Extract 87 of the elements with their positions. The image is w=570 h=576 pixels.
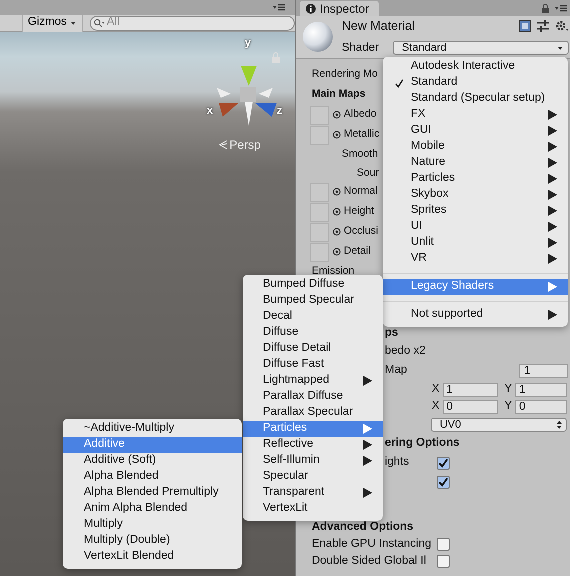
field-label: Enable GPU Instancing <box>312 536 433 552</box>
number-field[interactable]: 1 <box>515 382 568 396</box>
field-label: Sour <box>356 166 380 181</box>
caret-icon <box>558 46 564 50</box>
field-label: Height <box>344 204 374 220</box>
menu-item[interactable]: Legacy Shaders <box>383 279 568 295</box>
field-label: Albedo <box>344 107 377 122</box>
field-label: Double Sided Global Il <box>312 554 428 569</box>
object-picker-icon[interactable] <box>332 248 341 256</box>
field-label: Map <box>384 363 408 378</box>
number-field[interactable]: 0 <box>515 400 568 414</box>
settings-icon[interactable] <box>555 20 570 32</box>
menu-item[interactable]: Alpha Blended <box>63 469 242 485</box>
checkbox[interactable] <box>436 476 450 488</box>
menu-item[interactable]: Standard (Specular setup) <box>383 91 568 107</box>
menu-item[interactable]: Multiply <box>63 517 242 533</box>
search-field[interactable]: All <box>90 16 295 30</box>
material-name: New Material <box>342 18 416 35</box>
menu-item[interactable]: Additive (Soft) <box>63 453 242 469</box>
lock-icon[interactable] <box>542 4 550 13</box>
menu-item[interactable]: ~Additive-Multiply <box>63 421 242 437</box>
help-book-icon[interactable] <box>519 20 532 32</box>
menu-item[interactable]: Standard <box>383 75 568 91</box>
menu-item[interactable]: Unlit <box>383 235 568 251</box>
object-picker-icon[interactable] <box>332 228 341 236</box>
material-preview-sphere <box>302 21 334 53</box>
axis-label: Y <box>504 398 512 414</box>
menu-item[interactable]: Sprites <box>383 203 568 219</box>
view-mode-label[interactable]: Persp <box>218 136 261 154</box>
field-label: ights <box>384 455 410 470</box>
section-heading: Advanced Options <box>312 520 414 536</box>
object-picker-icon[interactable] <box>332 188 341 196</box>
menu-item[interactable]: GUI <box>383 123 568 139</box>
panel-menu-icon[interactable] <box>555 5 568 12</box>
menu-item[interactable]: Mobile <box>383 139 568 155</box>
axis-label: y <box>244 38 252 49</box>
field-label: Occlusi <box>344 224 378 240</box>
caret-icon <box>70 22 76 24</box>
axis-label: z <box>276 106 282 117</box>
number-field[interactable]: 1 <box>442 382 498 396</box>
shader-dropdown[interactable]: Standard <box>393 41 570 56</box>
section-heading: Main Maps <box>312 87 366 102</box>
number-field[interactable]: 0 <box>442 400 498 414</box>
menu-item[interactable]: Autodesk Interactive <box>383 59 568 75</box>
object-picker-icon[interactable] <box>332 208 341 216</box>
menu-item[interactable]: Multiply (Double) <box>63 533 242 549</box>
checkbox[interactable] <box>436 538 450 551</box>
presets-icon[interactable] <box>537 20 550 32</box>
menu-item[interactable]: FX <box>383 107 568 123</box>
inspector-tab[interactable]: Inspector <box>300 1 380 16</box>
menu-item[interactable]: Additive <box>63 437 242 453</box>
field-label: Emission <box>312 264 355 278</box>
section-heading: ps <box>384 326 398 342</box>
number-field[interactable]: 1 <box>519 364 568 378</box>
field-label: Rendering Mo <box>312 67 378 82</box>
object-picker-icon[interactable] <box>332 131 341 139</box>
object-picker-icon[interactable] <box>332 111 341 119</box>
axis-label: X <box>432 398 440 414</box>
field-label: Smooth <box>342 147 378 162</box>
search-icon[interactable] <box>94 18 105 28</box>
field-label: bedo x2 <box>384 344 426 360</box>
checkbox[interactable] <box>436 555 450 568</box>
menu-item[interactable]: Nature <box>383 155 568 171</box>
panel-menu-icon[interactable] <box>272 4 285 11</box>
axis-label: Y <box>504 382 512 397</box>
perspective-icon <box>218 140 228 150</box>
gizmos-dropdown[interactable]: Gizmos <box>23 14 83 32</box>
checkbox[interactable] <box>436 456 450 470</box>
menu-item[interactable]: Skybox <box>383 187 568 203</box>
menu-item[interactable]: Anim Alpha Blended <box>63 501 242 517</box>
field-label: Normal <box>344 184 378 200</box>
axis-label: x <box>206 106 214 117</box>
info-icon <box>306 4 316 14</box>
menu-item[interactable]: VR <box>383 251 568 267</box>
field-label: Metallic <box>344 127 380 142</box>
menu-item[interactable]: Alpha Blended Premultiply <box>63 485 242 501</box>
menu-item[interactable]: Not supported <box>383 307 568 323</box>
shader-label: Shader <box>342 40 380 56</box>
uv-set-dropdown[interactable]: UV0 <box>430 418 567 432</box>
menu-item[interactable]: UI <box>383 219 568 235</box>
menu-item[interactable]: Particles <box>243 421 383 437</box>
menu-item[interactable]: Particles <box>383 171 568 187</box>
axis-label: X <box>432 382 440 397</box>
section-heading: ering Options <box>384 436 460 452</box>
stepper-icon <box>556 421 562 429</box>
menu-item[interactable]: VertexLit Blended <box>63 549 242 565</box>
field-label: Detail <box>344 244 371 260</box>
